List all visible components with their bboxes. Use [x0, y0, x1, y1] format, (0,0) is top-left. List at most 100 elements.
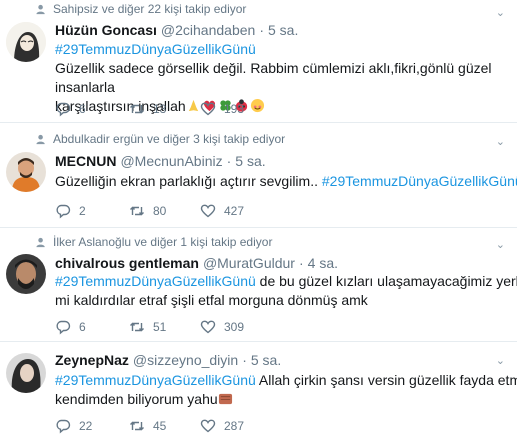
avatar[interactable] [6, 22, 46, 62]
retweet-icon [130, 206, 144, 216]
like-button[interactable]: 309 [200, 319, 244, 335]
tweet[interactable]: Sahipsiz ve diğer 22 kişi takip ediyor ⌄… [0, 0, 517, 123]
timestamp[interactable]: 5 sa. [235, 153, 265, 169]
tweet-text-line: Allah çirkin şansı versin güzellik fayda… [258, 372, 517, 388]
social-context: Abdulkadir ergün ve diğer 3 kişi takip e… [36, 132, 285, 146]
person-follow-icon [36, 4, 45, 14]
timestamp[interactable]: 5 sa. [251, 352, 281, 368]
chevron-down-icon[interactable]: ⌄ [496, 6, 505, 19]
tweet-actions: 22 45 287 [55, 418, 355, 434]
tweet-text-line: de bu güzel kızları ulaşamayacağimiz yer… [259, 273, 517, 289]
retweet-icon [130, 421, 144, 431]
separator-dot: · [259, 22, 264, 38]
reply-button[interactable]: 2 [55, 203, 86, 219]
tweet-text-line: Güzelliğin ekran parlaklığı açtırır sevg… [55, 173, 318, 189]
reply-count: 6 [79, 320, 86, 334]
display-name[interactable]: ZeynepNaz [55, 352, 129, 368]
reply-icon [56, 320, 71, 335]
reply-button[interactable]: 6 [55, 319, 86, 335]
tweet-text: Güzelliğin ekran parlaklığı açtırır sevg… [55, 172, 517, 191]
avatar-illustration [6, 353, 46, 393]
avatar-illustration [6, 22, 46, 62]
like-count: 427 [224, 204, 245, 218]
reply-icon [56, 419, 71, 434]
heart-icon [200, 204, 216, 218]
tweet-actions: 6 51 309 [55, 319, 355, 335]
heart-icon [200, 102, 216, 116]
social-context-text[interactable]: Abdulkadir ergün ve diğer 3 kişi takip e… [53, 132, 285, 146]
retweet-icon [130, 322, 144, 332]
avatar[interactable] [6, 254, 46, 294]
retweet-icon [130, 104, 144, 114]
retweet-count: 45 [153, 419, 167, 433]
facepalm-emoji [218, 393, 232, 405]
separator-dot: · [242, 352, 247, 368]
hashtag-link[interactable]: #29TemmuzDünyaGüzellikGünü [55, 41, 256, 57]
avatar[interactable] [6, 353, 46, 393]
social-context-text[interactable]: İlker Aslanoğlu ve diğer 1 kişi takip ed… [53, 235, 272, 249]
hashtag-link[interactable]: #29TemmuzDünyaGüzellikGünü [322, 173, 517, 189]
heart-icon [200, 419, 216, 433]
like-button[interactable]: 427 [200, 203, 244, 219]
display-name[interactable]: chivalrous gentleman [55, 255, 199, 271]
retweet-count: 80 [153, 204, 167, 218]
like-count: 287 [224, 419, 245, 433]
retweet-button[interactable]: 13 [129, 101, 166, 117]
hashtag-link[interactable]: #29TemmuzDünyaGüzellikGünü [55, 372, 256, 388]
username[interactable]: @2cihandaben [161, 22, 255, 38]
separator-dot: · [298, 255, 304, 271]
timeline: Sahipsiz ve diğer 22 kişi takip ediyor ⌄… [0, 0, 517, 434]
tweet[interactable]: ⌄ ZeynepNaz @sizzeyno_diyin · 5 sa. #29T… [0, 342, 517, 434]
retweet-button[interactable]: 80 [129, 203, 166, 219]
like-button[interactable]: 193 [200, 101, 244, 117]
social-context-text[interactable]: Sahipsiz ve diğer 22 kişi takip ediyor [53, 2, 246, 16]
chevron-down-icon[interactable]: ⌄ [496, 354, 505, 367]
avatar[interactable] [6, 152, 46, 192]
social-context: Sahipsiz ve diğer 22 kişi takip ediyor [36, 2, 246, 16]
retweet-button[interactable]: 51 [129, 319, 166, 335]
reply-button[interactable]: 22 [55, 418, 92, 434]
tweet-header: Hüzün Goncası @2cihandaben · 5 sa. [55, 22, 298, 38]
display-name[interactable]: MECNUN [55, 153, 116, 169]
retweet-count: 51 [153, 320, 167, 334]
username[interactable]: @MecnunAbiniz [120, 153, 222, 169]
reply-icon [56, 204, 71, 219]
tweet-header: chivalrous gentleman @MuratGuldur · 4 sa… [55, 255, 338, 271]
like-count: 309 [224, 320, 245, 334]
like-count: 193 [224, 102, 245, 116]
avatar-illustration [6, 254, 46, 294]
heart-icon [200, 320, 216, 334]
avatar-illustration [6, 152, 46, 192]
username[interactable]: @sizzeyno_diyin [133, 352, 238, 368]
reply-button[interactable]: 6 [55, 101, 86, 117]
separator-dot: · [226, 153, 232, 169]
display-name[interactable]: Hüzün Goncası [55, 22, 157, 38]
tweet-actions: 2 80 427 [55, 203, 355, 219]
tweet-text: #29TemmuzDünyaGüzellikGünü Allah çirkin … [55, 371, 517, 409]
tweet-header: MECNUN @MecnunAbiniz · 5 sa. [55, 153, 266, 169]
reply-count: 6 [79, 102, 86, 116]
reply-icon [56, 102, 71, 117]
person-follow-icon [36, 134, 45, 144]
person-follow-icon [36, 237, 45, 247]
like-button[interactable]: 287 [200, 418, 244, 434]
tweet-text-line: Güzellik sadece görsellik değil. Rabbim … [55, 60, 492, 95]
retweet-button[interactable]: 45 [129, 418, 166, 434]
tweet-header: ZeynepNaz @sizzeyno_diyin · 5 sa. [55, 352, 281, 368]
hashtag-link[interactable]: #29TemmuzDünyaGüzellikGünü [55, 273, 256, 289]
tweet[interactable]: Abdulkadir ergün ve diğer 3 kişi takip e… [0, 123, 517, 228]
tweet-text: #29TemmuzDünyaGüzellikGünü de bu güzel k… [55, 272, 517, 310]
tweet-actions: 6 13 193 [55, 101, 355, 117]
chevron-down-icon[interactable]: ⌄ [496, 135, 505, 148]
tweet-text-line: kendimden biliyorum yahu [55, 391, 218, 407]
username[interactable]: @MuratGuldur [203, 255, 295, 271]
retweet-count: 13 [153, 102, 167, 116]
timestamp[interactable]: 5 sa. [268, 22, 298, 38]
tweet[interactable]: İlker Aslanoğlu ve diğer 1 kişi takip ed… [0, 228, 517, 342]
timestamp[interactable]: 4 sa. [308, 255, 338, 271]
reply-count: 22 [79, 419, 93, 433]
chevron-down-icon[interactable]: ⌄ [496, 238, 505, 251]
social-context: İlker Aslanoğlu ve diğer 1 kişi takip ed… [36, 235, 272, 249]
reply-count: 2 [79, 204, 86, 218]
tweet-text-line: mi kaldırdılar etraf şişli etfal morguna… [55, 292, 368, 308]
